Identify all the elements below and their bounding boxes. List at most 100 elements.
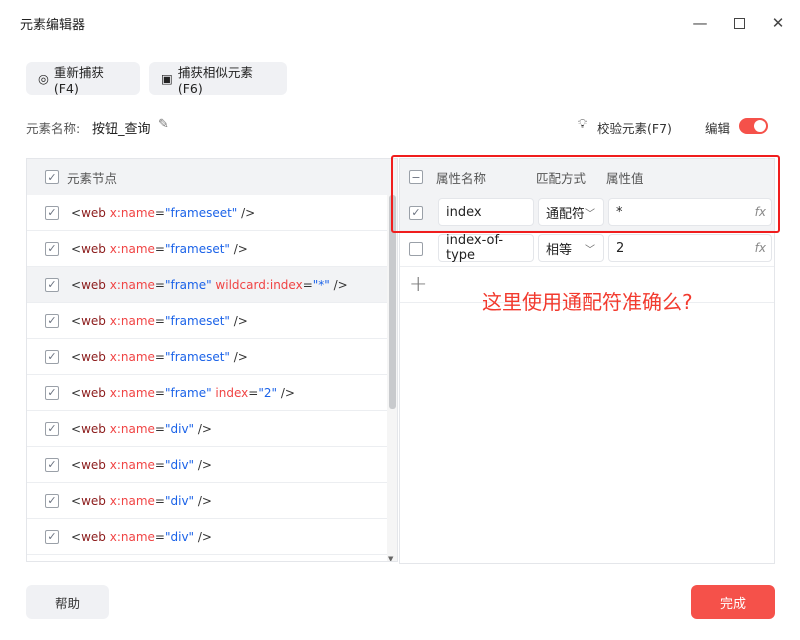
node-extra-attr: wildcard:index: [215, 277, 303, 292]
node-checkbox[interactable]: ✓: [45, 421, 59, 436]
node-row[interactable]: ✓ <web x:name="frameset" />: [27, 231, 388, 267]
node-text: <web x:name="frameseet" />: [71, 205, 256, 220]
close-button[interactable]: ✕: [766, 12, 790, 34]
nodes-header-label: 元素节点: [67, 170, 118, 186]
window-title: 元素编辑器: [20, 18, 86, 33]
capture-similar-button[interactable]: ▣ 捕获相似元素(F6): [149, 62, 287, 96]
node-value: "frame": [164, 385, 212, 400]
node-text: <web x:name="frameset" />: [71, 241, 248, 256]
element-name-label: 元素名称:: [26, 121, 81, 136]
node-checkbox[interactable]: ✓: [45, 313, 59, 328]
node-checkbox[interactable]: ✓: [45, 205, 59, 220]
validate-element-button[interactable]: 校验元素(F7): [597, 118, 672, 137]
recapture-label: 重新捕获(F4): [53, 64, 104, 96]
node-row[interactable]: ✓ <web x:name="div" />: [27, 519, 388, 555]
add-attribute-plus-icon[interactable]: +: [409, 272, 427, 297]
node-value: "div": [164, 529, 195, 544]
node-row[interactable]: ✓ <web x:name="frameseet" />: [27, 195, 388, 231]
node-row[interactable]: ✓ <web x:name="div" />: [27, 447, 388, 483]
node-attr: x:name: [109, 313, 155, 328]
node-value: "div": [164, 421, 195, 436]
node-extra-value: "*": [312, 277, 330, 292]
node-element: web: [81, 385, 106, 400]
node-element: web: [81, 277, 106, 292]
node-value: "frameset": [164, 349, 230, 364]
node-attr: x:name: [109, 421, 155, 436]
node-element: web: [81, 349, 106, 364]
node-text: <web x:name="div" />: [71, 457, 212, 472]
minimize-button[interactable]: —: [688, 12, 712, 34]
annotation-highlight-box: [391, 155, 780, 233]
node-row[interactable]: ✓ <web x:name="div" />: [27, 411, 388, 447]
node-attr: x:name: [109, 349, 155, 364]
attribute-checkbox[interactable]: [409, 241, 423, 256]
node-attr: x:name: [109, 529, 155, 544]
match-mode-value: 相等: [546, 242, 573, 258]
node-text: <web x:name="frameset" />: [71, 349, 248, 364]
capture-similar-icon: ▣: [161, 71, 173, 86]
node-checkbox[interactable]: ✓: [45, 529, 59, 544]
node-row[interactable]: ✓ <web x:name="div" />: [27, 483, 388, 519]
attribute-row: index-of-type 相等 ﹀ 2 fx: [400, 231, 774, 267]
node-value: "frameset": [164, 313, 230, 328]
node-checkbox[interactable]: ✓: [45, 349, 59, 364]
select-all-nodes-checkbox[interactable]: ✓: [45, 170, 59, 184]
node-row[interactable]: ✓ <web x:name="frameset" />: [27, 303, 388, 339]
recapture-icon: ◎: [38, 71, 49, 86]
element-nodes-panel: ✓ 元素节点 ✓ <web x:name="frameseet" /> ✓ <w…: [26, 158, 398, 562]
chevron-down-icon: ﹀: [585, 244, 595, 256]
node-text: <web x:name="frameset" />: [71, 313, 248, 328]
recapture-button[interactable]: ◎ 重新捕获(F4): [26, 62, 140, 96]
attribute-name-input[interactable]: index-of-type: [438, 233, 534, 263]
element-name-value: 按钮_查询: [92, 122, 151, 137]
node-attr: x:name: [109, 493, 155, 508]
node-value: "frame": [164, 277, 212, 292]
nodes-scrollbar[interactable]: ▼: [387, 195, 397, 561]
node-value: "div": [164, 457, 195, 472]
node-text: <web x:name="div" />: [71, 529, 212, 544]
capture-similar-label: 捕获相似元素(F6): [177, 64, 253, 96]
fx-icon[interactable]: fx: [755, 241, 766, 255]
node-attr: x:name: [109, 277, 155, 292]
edit-label: 编辑: [705, 121, 731, 136]
attribute-value: 2: [616, 240, 625, 256]
node-attr: x:name: [109, 205, 155, 220]
node-value: "div": [164, 493, 195, 508]
node-attr: x:name: [109, 385, 155, 400]
node-row[interactable]: ✓ <web x:name="frame" wildcard:index="*"…: [27, 267, 388, 303]
maximize-button[interactable]: [727, 12, 751, 34]
node-element: web: [81, 241, 106, 256]
node-text: <web x:name="frame" wildcard:index="*" /…: [71, 277, 348, 292]
node-element: web: [81, 205, 106, 220]
node-checkbox[interactable]: ✓: [45, 493, 59, 508]
node-checkbox[interactable]: ✓: [45, 241, 59, 256]
done-button[interactable]: 完成: [691, 585, 775, 619]
node-row[interactable]: ✓ <web x:name="frameset" />: [27, 339, 388, 375]
node-text: <web x:name="div" />: [71, 421, 212, 436]
node-element: web: [81, 457, 106, 472]
node-value: "frameseet": [164, 205, 238, 220]
node-attr: x:name: [109, 241, 155, 256]
node-text: <web x:name="div" />: [71, 493, 212, 508]
node-extra-value: "2": [258, 385, 278, 400]
lightbulb-icon: 💡︎: [578, 117, 588, 132]
node-element: web: [81, 421, 106, 436]
edit-toggle[interactable]: [739, 118, 768, 134]
node-extra-attr: index: [215, 385, 249, 400]
nodes-header: ✓ 元素节点: [27, 159, 397, 195]
node-checkbox[interactable]: ✓: [45, 385, 59, 400]
edit-name-pencil-icon[interactable]: ✎: [158, 117, 169, 132]
node-element: web: [81, 313, 106, 328]
help-button[interactable]: 帮助: [26, 585, 109, 619]
node-element: web: [81, 529, 106, 544]
node-text: <web x:name="frame" index="2" />: [71, 385, 295, 400]
node-checkbox[interactable]: ✓: [45, 457, 59, 472]
match-mode-select[interactable]: 相等 ﹀: [538, 234, 604, 262]
node-checkbox[interactable]: ✓: [45, 277, 59, 292]
node-value: "frameset": [164, 241, 230, 256]
annotation-text: 这里使用通配符准确么?: [482, 290, 693, 314]
attribute-value-input[interactable]: 2 fx: [608, 234, 772, 262]
node-attr: x:name: [109, 457, 155, 472]
node-row[interactable]: ✓ <web x:name="frame" index="2" />: [27, 375, 388, 411]
node-element: web: [81, 493, 106, 508]
